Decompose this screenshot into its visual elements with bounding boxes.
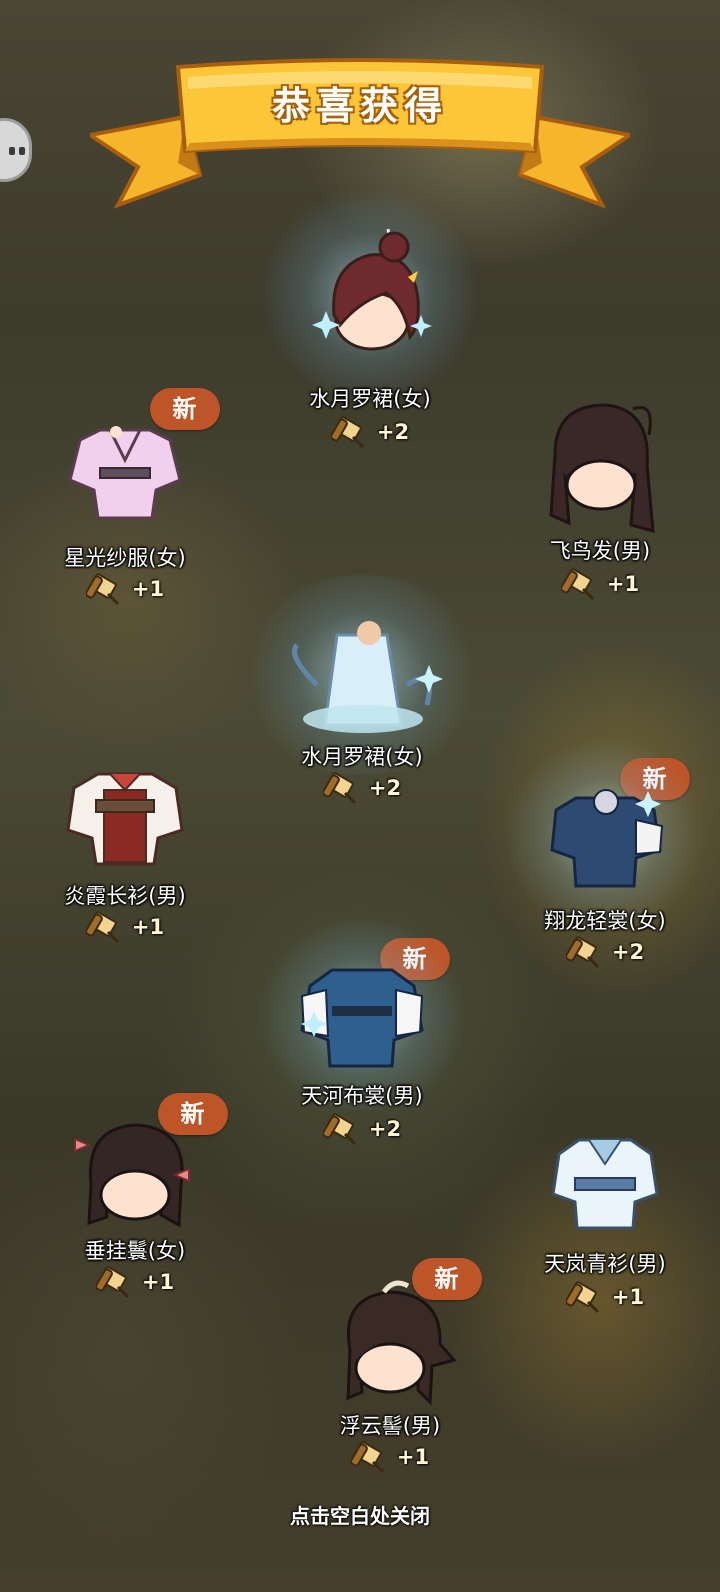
robe-red-icon [60,760,190,870]
reward-item[interactable]: 新 天河布裳(男) +2 [252,920,472,1160]
reward-item[interactable]: 水月罗裙(女) +2 [260,185,480,455]
reward-item[interactable]: 新 星光纱服(女) +1 [25,388,225,610]
robe-pink-icon [60,410,190,520]
scroll-icon [565,936,599,969]
reward-item[interactable]: 天岚青衫(男) +1 [505,1130,705,1330]
item-name: 翔龙轻裳(女) [544,909,666,933]
banner-title: 恭喜获得 [271,84,448,128]
item-count: +1 [131,915,165,939]
floating-assistant-button[interactable] [0,118,32,182]
item-reward: +2 [262,771,462,805]
item-count: +1 [131,577,165,601]
item-count: +1 [141,1270,175,1294]
item-name: 天河布裳(男) [301,1084,423,1108]
robe-light-blue-icon [545,1130,665,1240]
item-name: 天岚青衫(男) [544,1252,666,1276]
item-name: 垂挂鬟(女) [84,1239,186,1263]
item-name: 炎霞长衫(男) [64,884,186,908]
item-reward: +1 [25,572,225,606]
item-reward: +1 [505,1280,705,1314]
reward-item[interactable]: 水月罗裙(女) +2 [237,575,487,815]
item-count: +1 [611,1285,645,1309]
item-reward: +1 [25,910,225,944]
scroll-icon [322,1113,356,1146]
scroll-icon [350,1441,384,1474]
scroll-icon [322,772,356,805]
item-name: 浮云髻(男) [339,1414,441,1438]
robe-dragon-blue-icon [500,740,710,930]
item-reward: +1 [500,567,700,601]
reward-item[interactable]: 新 翔龙轻裳(女) +2 [500,740,710,980]
scroll-icon [95,1266,129,1299]
scroll-icon [565,1281,599,1314]
scroll-icon [560,568,594,601]
scroll-icon [85,573,119,606]
reward-item[interactable]: 炎霞长衫(男) +1 [25,760,225,960]
reward-popup[interactable]: 恭喜获得 水月罗裙(女) +2 新 星光纱服(女) +1 飞鸟发(男) +1 水… [0,0,720,1592]
item-name: 飞鸟发(男) [549,539,651,563]
hair-long-dark-icon [535,395,665,535]
item-reward: +1 [35,1265,235,1299]
item-reward: +2 [262,1112,462,1146]
close-hint[interactable]: 点击空白处关闭 [0,1500,720,1529]
reward-item[interactable]: 新 浮云髻(男) +1 [290,1258,490,1480]
item-name: 星光纱服(女) [64,546,186,570]
reward-item[interactable]: 新 垂挂鬟(女) +1 [35,1093,235,1315]
item-reward: +1 [290,1440,490,1474]
item-reward: +2 [505,935,705,969]
dress-water-moon-icon [237,575,487,775]
robe-sky-river-icon [252,920,472,1110]
item-count: +2 [376,420,410,444]
item-reward: +2 [270,415,470,449]
item-count: +2 [368,1117,402,1141]
item-count: +2 [611,940,645,964]
hair-topknot-icon [320,1280,460,1410]
scroll-icon [330,416,364,449]
eye-right-icon [19,147,25,155]
item-count: +1 [396,1445,430,1469]
item-name: 水月罗裙(女) [309,387,431,411]
eye-left-icon [9,147,15,155]
item-count: +2 [368,776,402,800]
item-count: +1 [606,572,640,596]
reward-item[interactable]: 飞鸟发(男) +1 [500,395,700,605]
scroll-icon [85,911,119,944]
hair-maroon-bun-icon [260,185,480,405]
hair-bows-icon [65,1115,205,1235]
item-name: 水月罗裙(女) [301,745,423,769]
